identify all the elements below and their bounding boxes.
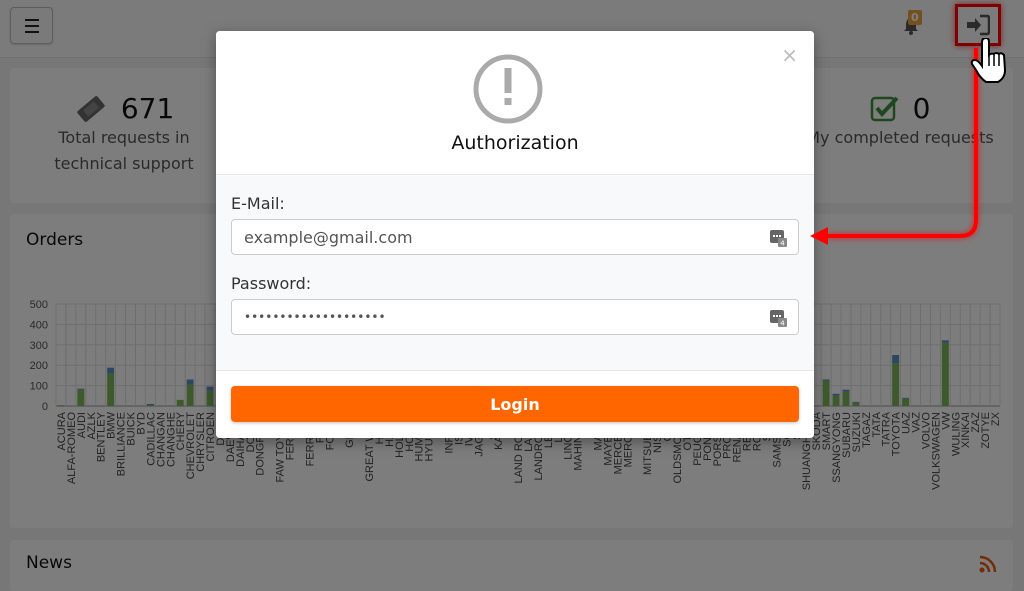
login-submit-button[interactable]: Login (231, 386, 799, 422)
exclamation-circle-icon (473, 54, 543, 124)
email-label: E-Mail: (231, 194, 285, 213)
password-label: Password: (231, 274, 312, 293)
email-field-wrapper: 4 (231, 219, 799, 255)
modal-footer: Login (216, 371, 814, 438)
svg-text:4: 4 (780, 320, 785, 328)
close-icon[interactable]: × (781, 45, 798, 65)
authorization-modal: × Authorization E-Mail: 4 Password: (216, 31, 814, 438)
email-field[interactable] (232, 220, 752, 254)
svg-text:4: 4 (780, 240, 785, 248)
modal-title: Authorization (451, 132, 579, 154)
password-field[interactable] (232, 300, 752, 334)
password-field-wrapper: 4 (231, 299, 799, 335)
password-manager-icon[interactable]: 4 (770, 309, 788, 327)
password-manager-icon[interactable]: 4 (770, 229, 788, 247)
modal-header: × Authorization (216, 31, 814, 175)
hand-cursor-icon (970, 38, 1007, 83)
modal-body: E-Mail: 4 Password: 4 (216, 175, 814, 371)
